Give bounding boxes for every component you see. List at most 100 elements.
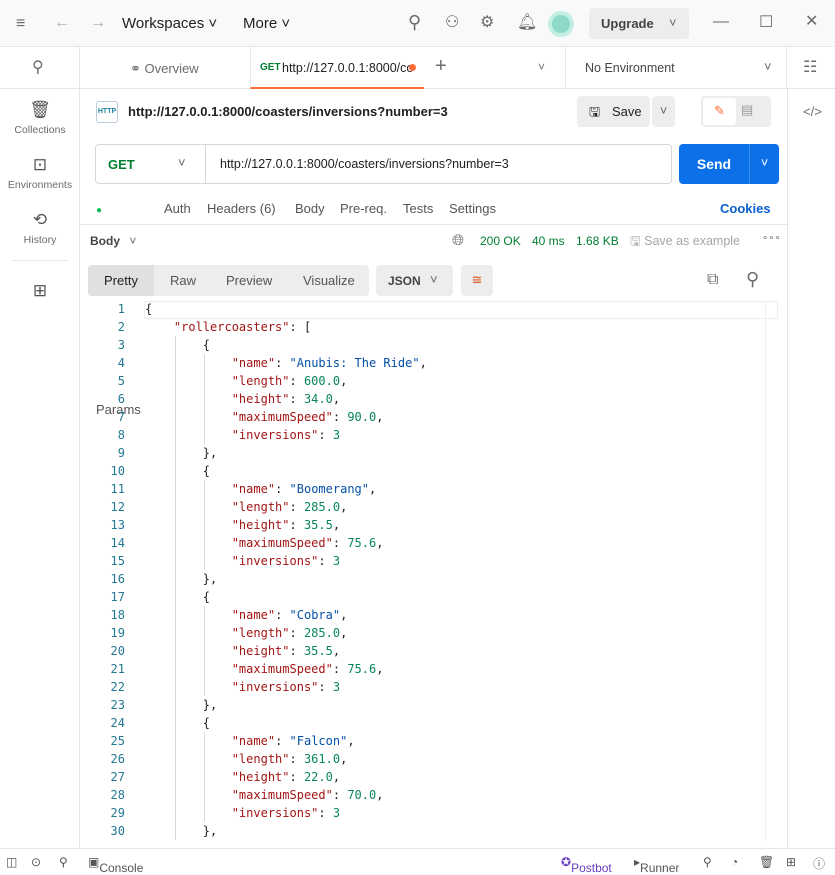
menu-icon[interactable]: ≡ bbox=[16, 16, 25, 32]
notifications-icon[interactable]: 🔔︎ bbox=[517, 15, 537, 31]
runner-button[interactable]: ▸ Runner bbox=[634, 855, 679, 875]
mode-toggle: ✎ ▤ bbox=[701, 96, 771, 127]
forward-icon[interactable]: → bbox=[90, 15, 106, 31]
minimize-icon[interactable]: — bbox=[713, 14, 729, 30]
help-icon[interactable]: ⓘ bbox=[813, 855, 825, 872]
avatar[interactable] bbox=[548, 11, 574, 37]
search-response-icon[interactable]: ⚲ bbox=[746, 270, 759, 288]
indent-guide bbox=[174, 390, 176, 408]
indent-guide bbox=[174, 714, 176, 732]
collections-icon: 🗑︎ bbox=[29, 100, 51, 119]
method-label: GET bbox=[108, 157, 135, 172]
postbot-button[interactable]: ✪ Postbot bbox=[561, 855, 612, 875]
editor-scrollbar[interactable] bbox=[765, 301, 778, 841]
upgrade-button[interactable]: Upgrade ˅ bbox=[589, 8, 689, 39]
line-number: 9 bbox=[117, 446, 125, 460]
status-bar: ◫ ⊙ ⚲ ▣ Console ✪ Postbot ▸ Runner ⚲ ◔ 🗑… bbox=[0, 848, 835, 875]
format-select[interactable]: JSON ˅ bbox=[376, 265, 453, 296]
indent-guide bbox=[203, 552, 205, 570]
more-options-icon[interactable]: ∘∘∘ bbox=[762, 233, 781, 244]
line-number: 27 bbox=[110, 770, 125, 784]
tab-pre-request[interactable]: Pre-req. bbox=[340, 201, 387, 216]
indent-guide bbox=[203, 642, 205, 660]
indent-guide bbox=[203, 768, 205, 786]
line-number: 17 bbox=[110, 590, 125, 604]
view-raw[interactable]: Raw bbox=[170, 273, 196, 288]
view-pretty[interactable]: Pretty bbox=[88, 265, 154, 296]
search-icon[interactable]: ⚲ bbox=[408, 13, 421, 31]
response-time[interactable]: 40 ms bbox=[532, 234, 565, 248]
tab-auth[interactable]: Auth bbox=[164, 201, 191, 216]
more-menu[interactable]: More ˅ bbox=[243, 15, 290, 32]
edit-icon[interactable]: ✎ bbox=[703, 98, 736, 125]
console-button[interactable]: ▣ Console bbox=[88, 855, 143, 875]
workspaces-menu[interactable]: Workspaces ˅ bbox=[122, 15, 217, 32]
indent-guide bbox=[203, 372, 205, 390]
toggle-sidebar-icon[interactable]: ◫ bbox=[6, 855, 17, 869]
tabs-dropdown-icon[interactable]: ˅ bbox=[538, 59, 545, 75]
environment-select[interactable]: No Environment ˅ bbox=[565, 47, 787, 89]
send-dropdown-button[interactable]: ˅ bbox=[749, 144, 779, 184]
back-icon[interactable]: ← bbox=[54, 15, 70, 31]
sidebar-item-collections[interactable]: 🗑︎ Collections bbox=[0, 100, 80, 136]
copy-icon[interactable]: ⧉ bbox=[707, 272, 718, 288]
save-button[interactable]: 🖫 Save bbox=[577, 96, 650, 127]
tab-tests[interactable]: Tests bbox=[403, 201, 433, 216]
save-dropdown-button[interactable]: ˅ bbox=[652, 96, 675, 127]
tab-params[interactable]: Params ● bbox=[96, 201, 141, 417]
environment-quick-look-icon[interactable]: ☷ bbox=[803, 60, 817, 76]
response-body-select[interactable]: Body ˅ bbox=[90, 234, 136, 248]
url-input[interactable]: http://127.0.0.1:8000/coasters/inversion… bbox=[220, 157, 509, 171]
sidebar-item-environments[interactable]: ⊡ Environments bbox=[0, 155, 80, 191]
view-preview[interactable]: Preview bbox=[226, 273, 272, 288]
trash-icon[interactable]: 🗑︎ bbox=[759, 855, 774, 869]
status-code[interactable]: 200 OK bbox=[480, 234, 521, 248]
proxy-icon[interactable]: ⚲ bbox=[703, 855, 712, 869]
send-button[interactable]: Send bbox=[679, 144, 749, 184]
user-icon[interactable]: ⚲ bbox=[32, 60, 44, 76]
two-pane-icon[interactable]: ⊞ bbox=[786, 855, 796, 869]
cookies-link[interactable]: Cookies bbox=[720, 201, 771, 216]
line-number: 25 bbox=[110, 734, 125, 748]
tab-settings[interactable]: Settings bbox=[449, 201, 496, 216]
tab-body[interactable]: Body bbox=[295, 201, 325, 216]
code-line: "name": "Falcon", bbox=[231, 734, 355, 748]
globe-icon[interactable]: 🌐︎ bbox=[452, 233, 464, 249]
tab-overview[interactable]: ⚭ Overview bbox=[130, 61, 199, 77]
line-number: 14 bbox=[110, 536, 125, 550]
indent-guide bbox=[174, 354, 176, 372]
wrap-lines-icon[interactable]: ≅ bbox=[461, 265, 493, 296]
sidebar-item-label: Environments bbox=[7, 179, 73, 191]
line-number: 11 bbox=[110, 482, 125, 496]
invite-user-icon[interactable]: ⚇ bbox=[445, 15, 459, 31]
code-icon[interactable]: </> bbox=[803, 104, 822, 120]
save-as-example-button[interactable]: 🖫 Save as example bbox=[630, 232, 740, 253]
runner-status-icon[interactable]: ⊙ bbox=[31, 855, 41, 869]
line-number: 8 bbox=[117, 428, 125, 442]
find-icon[interactable]: ⚲ bbox=[59, 855, 68, 869]
line-number: 1 bbox=[117, 302, 125, 316]
left-sidebar: ⚲ 🗑︎ Collections ⊡ Environments ⟲ History ⊞ bbox=[0, 47, 80, 848]
maximize-icon[interactable]: ☐ bbox=[759, 15, 773, 31]
view-visualize[interactable]: Visualize bbox=[303, 273, 355, 288]
line-number: 16 bbox=[110, 572, 125, 586]
indent-guide bbox=[203, 624, 205, 642]
code-line: }, bbox=[145, 446, 218, 460]
code-line: { bbox=[145, 716, 211, 730]
close-icon[interactable]: ✕ bbox=[805, 14, 818, 30]
method-select[interactable]: GET ˅ bbox=[96, 145, 206, 183]
new-tab-icon[interactable]: + bbox=[435, 56, 447, 76]
body-label: Body bbox=[90, 234, 120, 248]
tab-active-request[interactable]: GET http://127.0.0.1:8000/co bbox=[250, 47, 424, 89]
response-body-editor[interactable]: 1 {2 "rollercoasters": [3 {4 "name": "Anu… bbox=[88, 300, 778, 842]
sidebar-item-history[interactable]: ⟲ History bbox=[0, 210, 80, 246]
sidebar-item-apps[interactable]: ⊞ bbox=[0, 281, 80, 305]
settings-icon[interactable]: ⚙ bbox=[480, 15, 494, 31]
indent-guide bbox=[174, 552, 176, 570]
cookies-icon[interactable]: ◔ bbox=[731, 855, 738, 869]
tab-headers[interactable]: Headers (6) bbox=[207, 201, 276, 216]
request-title[interactable]: http://127.0.0.1:8000/coasters/inversion… bbox=[128, 104, 448, 119]
response-size[interactable]: 1.68 KB bbox=[576, 234, 619, 248]
comments-icon[interactable]: ▤ bbox=[741, 102, 753, 118]
code-line: }, bbox=[145, 572, 218, 586]
